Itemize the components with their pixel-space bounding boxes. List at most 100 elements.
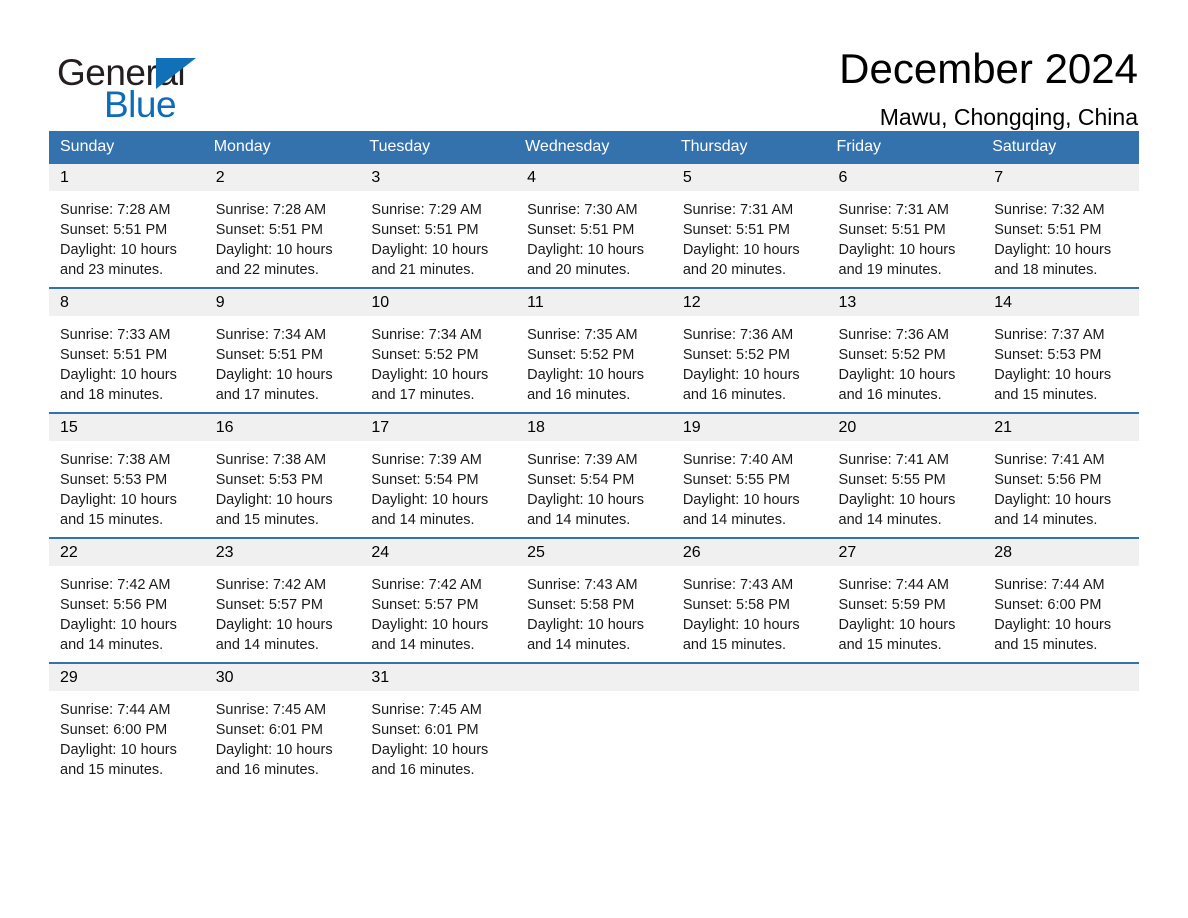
sunset-text: Sunset: 6:00 PM xyxy=(994,596,1102,613)
weekday-header-sunday: Sunday xyxy=(49,130,205,164)
sunrise-text: Sunrise: 7:34 AM xyxy=(215,326,327,343)
daylight-text-line1: Daylight: 10 hours xyxy=(215,492,333,509)
calendar-day-cell[interactable]: 13 Sunrise: 7:36 AM Sunset: 5:52 PM Dayligh… xyxy=(827,286,984,413)
calendar-day-cell[interactable]: 10 Sunrise: 7:34 AM Sunset: 5:52 PM Dayligh… xyxy=(360,286,517,413)
calendar-day-cell[interactable]: 5 Sunrise: 7:31 AM Sunset: 5:51 PM Daylight… xyxy=(671,163,828,288)
sunrise-text: Sunrise: 7:44 AM xyxy=(994,576,1105,593)
day-number: 13 xyxy=(827,288,984,316)
sunrise-text: Sunrise: 7:42 AM xyxy=(60,576,171,593)
calendar-cell-empty xyxy=(827,661,984,787)
day-details: Sunrise: 7:39 AM Sunset: 5:54 PM Daylight:… xyxy=(360,441,516,537)
daylight-text-line1: Daylight: 10 hours xyxy=(682,367,800,384)
sunrise-text: Sunrise: 7:45 AM xyxy=(371,701,482,718)
daylight-text-line1: Daylight: 10 hours xyxy=(60,617,177,634)
calendar-day-cell[interactable]: 27 Sunrise: 7:44 AM Sunset: 5:59 PM Dayligh… xyxy=(827,536,984,663)
calendar-day-cell[interactable]: 6 Sunrise: 7:31 AM Sunset: 5:51 PM Daylight… xyxy=(827,163,984,288)
daylight-text-line2: and 14 minutes. xyxy=(994,512,1098,529)
daylight-text-line2: and 15 minutes. xyxy=(838,637,942,654)
calendar-day-cell[interactable]: 20 Sunrise: 7:41 AM Sunset: 5:55 PM Dayligh… xyxy=(827,411,984,538)
calendar-cell-empty xyxy=(671,661,828,787)
daylight-text-line1: Daylight: 10 hours xyxy=(527,242,644,259)
calendar-day-cell[interactable]: 29 Sunrise: 7:44 AM Sunset: 6:00 PM Dayligh… xyxy=(49,661,205,787)
daylight-text-line2: and 14 minutes. xyxy=(682,512,786,529)
daylight-text-line2: and 15 minutes. xyxy=(994,387,1098,404)
sunrise-text: Sunrise: 7:45 AM xyxy=(215,701,327,718)
sunrise-text: Sunrise: 7:43 AM xyxy=(682,576,794,593)
calendar-day-cell[interactable]: 31 Sunrise: 7:45 AM Sunset: 6:01 PM Dayligh… xyxy=(360,661,517,787)
sunrise-text: Sunrise: 7:42 AM xyxy=(371,576,482,593)
calendar-day-cell[interactable]: 16 Sunrise: 7:38 AM Sunset: 5:53 PM Dayligh… xyxy=(204,411,361,538)
calendar-day-cell[interactable]: 9 Sunrise: 7:34 AM Sunset: 5:51 PM Daylight… xyxy=(204,286,361,413)
sunrise-text: Sunrise: 7:28 AM xyxy=(60,201,171,218)
day-number: 9 xyxy=(204,288,361,316)
sunset-text: Sunset: 6:01 PM xyxy=(215,721,323,738)
sunrise-text: Sunrise: 7:37 AM xyxy=(994,326,1105,343)
daylight-text-line2: and 15 minutes. xyxy=(60,762,164,779)
calendar-day-cell[interactable]: 17 Sunrise: 7:39 AM Sunset: 5:54 PM Dayligh… xyxy=(360,411,517,538)
day-number: 23 xyxy=(204,538,361,566)
sunset-text: Sunset: 6:00 PM xyxy=(60,721,168,738)
day-details: Sunrise: 7:44 AM Sunset: 6:00 PM Daylight:… xyxy=(983,566,1139,662)
day-number: 14 xyxy=(983,288,1139,316)
daylight-text-line2: and 20 minutes. xyxy=(527,262,631,279)
day-number: 29 xyxy=(49,663,205,691)
calendar-day-cell[interactable]: 2 Sunrise: 7:28 AM Sunset: 5:51 PM Daylight… xyxy=(204,163,361,288)
daylight-text-line2: and 17 minutes. xyxy=(215,387,319,404)
day-number: 3 xyxy=(360,163,517,191)
daylight-text-line1: Daylight: 10 hours xyxy=(371,242,489,259)
sunset-text: Sunset: 5:53 PM xyxy=(215,471,323,488)
daylight-text-line1: Daylight: 10 hours xyxy=(838,242,956,259)
calendar-day-cell[interactable]: 8 Sunrise: 7:33 AM Sunset: 5:51 PM Daylight… xyxy=(49,286,205,413)
calendar-day-cell[interactable]: 18 Sunrise: 7:39 AM Sunset: 5:54 PM Dayligh… xyxy=(516,411,672,538)
calendar-day-cell[interactable]: 28 Sunrise: 7:44 AM Sunset: 6:00 PM Dayligh… xyxy=(983,536,1139,663)
sunrise-text: Sunrise: 7:36 AM xyxy=(838,326,949,343)
calendar-day-cell[interactable]: 15 Sunrise: 7:38 AM Sunset: 5:53 PM Dayligh… xyxy=(49,411,205,538)
day-details xyxy=(828,691,984,787)
day-details: Sunrise: 7:40 AM Sunset: 5:55 PM Daylight:… xyxy=(672,441,828,537)
day-number: 5 xyxy=(671,163,828,191)
day-number: 30 xyxy=(204,663,361,691)
calendar-day-cell[interactable]: 7 Sunrise: 7:32 AM Sunset: 5:51 PM Daylight… xyxy=(983,163,1139,288)
calendar-day-cell[interactable]: 24 Sunrise: 7:42 AM Sunset: 5:57 PM Dayligh… xyxy=(360,536,517,663)
day-details: Sunrise: 7:42 AM Sunset: 5:57 PM Daylight:… xyxy=(205,566,361,662)
daylight-text-line2: and 14 minutes. xyxy=(838,512,942,529)
calendar-day-cell[interactable]: 12 Sunrise: 7:36 AM Sunset: 5:52 PM Dayligh… xyxy=(671,286,828,413)
day-details: Sunrise: 7:38 AM Sunset: 5:53 PM Daylight:… xyxy=(205,441,361,537)
day-number: 16 xyxy=(204,413,361,441)
day-number xyxy=(516,663,672,691)
sunrise-text: Sunrise: 7:31 AM xyxy=(838,201,949,218)
calendar-day-cell[interactable]: 11 Sunrise: 7:35 AM Sunset: 5:52 PM Dayligh… xyxy=(516,286,672,413)
sunset-text: Sunset: 5:51 PM xyxy=(60,221,168,238)
calendar-day-cell[interactable]: 30 Sunrise: 7:45 AM Sunset: 6:01 PM Dayligh… xyxy=(204,661,361,787)
calendar-day-cell[interactable]: 4 Sunrise: 7:30 AM Sunset: 5:51 PM Daylight… xyxy=(516,163,672,288)
calendar-day-cell[interactable]: 25 Sunrise: 7:43 AM Sunset: 5:58 PM Dayligh… xyxy=(516,536,672,663)
daylight-text-line2: and 15 minutes. xyxy=(994,637,1098,654)
day-number: 27 xyxy=(827,538,984,566)
calendar-day-cell[interactable]: 3 Sunrise: 7:29 AM Sunset: 5:51 PM Daylight… xyxy=(360,163,517,288)
sunset-text: Sunset: 5:53 PM xyxy=(994,346,1102,363)
daylight-text-line1: Daylight: 10 hours xyxy=(215,617,333,634)
daylight-text-line2: and 17 minutes. xyxy=(371,387,475,404)
sunrise-text: Sunrise: 7:33 AM xyxy=(60,326,171,343)
sunset-text: Sunset: 5:53 PM xyxy=(60,471,168,488)
calendar-week-row: 29 Sunrise: 7:44 AM Sunset: 6:00 PM Dayligh… xyxy=(49,661,1139,787)
logo-text-blue: Blue xyxy=(104,84,177,125)
weekday-header-row: Sunday Monday Tuesday Wednesday Thursday… xyxy=(49,130,1139,164)
calendar-day-cell[interactable]: 26 Sunrise: 7:43 AM Sunset: 5:58 PM Dayligh… xyxy=(671,536,828,663)
daylight-text-line1: Daylight: 10 hours xyxy=(838,492,956,509)
page-subtitle: Mawu, Chongqing, China xyxy=(879,104,1138,131)
day-number: 7 xyxy=(983,163,1139,191)
daylight-text-line2: and 22 minutes. xyxy=(215,262,319,279)
daylight-text-line1: Daylight: 10 hours xyxy=(60,367,177,384)
daylight-text-line1: Daylight: 10 hours xyxy=(371,367,489,384)
calendar-day-cell[interactable]: 23 Sunrise: 7:42 AM Sunset: 5:57 PM Dayligh… xyxy=(204,536,361,663)
sunrise-text: Sunrise: 7:41 AM xyxy=(838,451,949,468)
daylight-text-line2: and 23 minutes. xyxy=(60,262,164,279)
sunset-text: Sunset: 5:52 PM xyxy=(838,346,946,363)
calendar-day-cell[interactable]: 22 Sunrise: 7:42 AM Sunset: 5:56 PM Dayligh… xyxy=(49,536,205,663)
calendar-day-cell[interactable]: 19 Sunrise: 7:40 AM Sunset: 5:55 PM Dayligh… xyxy=(671,411,828,538)
calendar-day-cell[interactable]: 14 Sunrise: 7:37 AM Sunset: 5:53 PM Dayligh… xyxy=(983,286,1139,413)
calendar-day-cell[interactable]: 1 Sunrise: 7:28 AM Sunset: 5:51 PM Daylight… xyxy=(49,163,205,288)
daylight-text-line1: Daylight: 10 hours xyxy=(527,617,644,634)
calendar-day-cell[interactable]: 21 Sunrise: 7:41 AM Sunset: 5:56 PM Dayligh… xyxy=(983,411,1139,538)
